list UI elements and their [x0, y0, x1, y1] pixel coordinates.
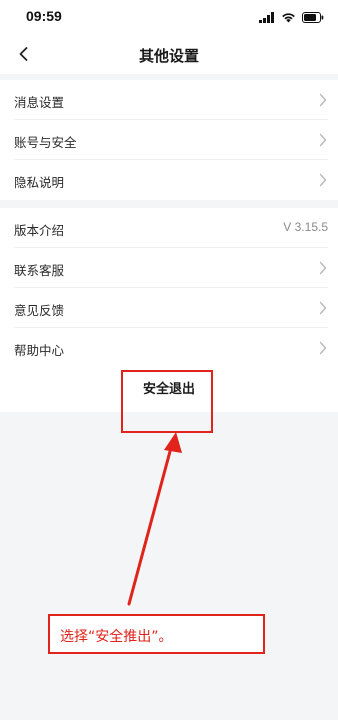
battery-icon [302, 11, 324, 23]
annotation-callout: 选择“安全推出”。 [48, 614, 265, 654]
row-label: 隐私说明 [14, 175, 65, 190]
settings-section-support: 版本介绍 V 3.15.5 联系客服 意见反馈 帮助中心 [0, 208, 338, 368]
chevron-right-icon [319, 173, 327, 187]
settings-section-account: 消息设置 账号与安全 隐私说明 [0, 80, 338, 200]
page-title: 其他设置 [138, 47, 199, 65]
row-label: 账号与安全 [14, 135, 77, 150]
chevron-right-icon [319, 93, 327, 107]
wifi-icon [282, 12, 295, 22]
row-label: 版本介绍 [14, 223, 65, 238]
row-label: 联系客服 [14, 263, 65, 278]
settings-row-message[interactable]: 消息设置 [0, 80, 338, 120]
chevron-right-icon [319, 301, 327, 315]
row-label: 帮助中心 [14, 343, 65, 358]
highlight-box [121, 370, 213, 433]
signal-icon [259, 11, 274, 23]
chevron-right-icon [319, 133, 327, 147]
settings-row-customer-service[interactable]: 联系客服 [0, 248, 338, 288]
callout-text: 选择“安全推出”。 [60, 629, 173, 645]
version-value: V 3.15.5 [283, 220, 328, 234]
status-time: 09:59 [26, 8, 62, 24]
settings-row-help-center[interactable]: 帮助中心 [0, 328, 338, 368]
settings-row-feedback[interactable]: 意见反馈 [0, 288, 338, 328]
row-label: 消息设置 [14, 95, 65, 110]
status-icons [259, 9, 324, 25]
settings-row-account-security[interactable]: 账号与安全 [0, 120, 338, 160]
chevron-right-icon [319, 341, 327, 355]
settings-row-version[interactable]: 版本介绍 V 3.15.5 [0, 208, 338, 248]
settings-row-privacy[interactable]: 隐私说明 [0, 160, 338, 200]
row-label: 意见反馈 [14, 303, 65, 318]
chevron-right-icon [319, 261, 327, 275]
nav-bar: 其他设置 [0, 34, 338, 74]
status-bar: 09:59 [0, 0, 338, 34]
